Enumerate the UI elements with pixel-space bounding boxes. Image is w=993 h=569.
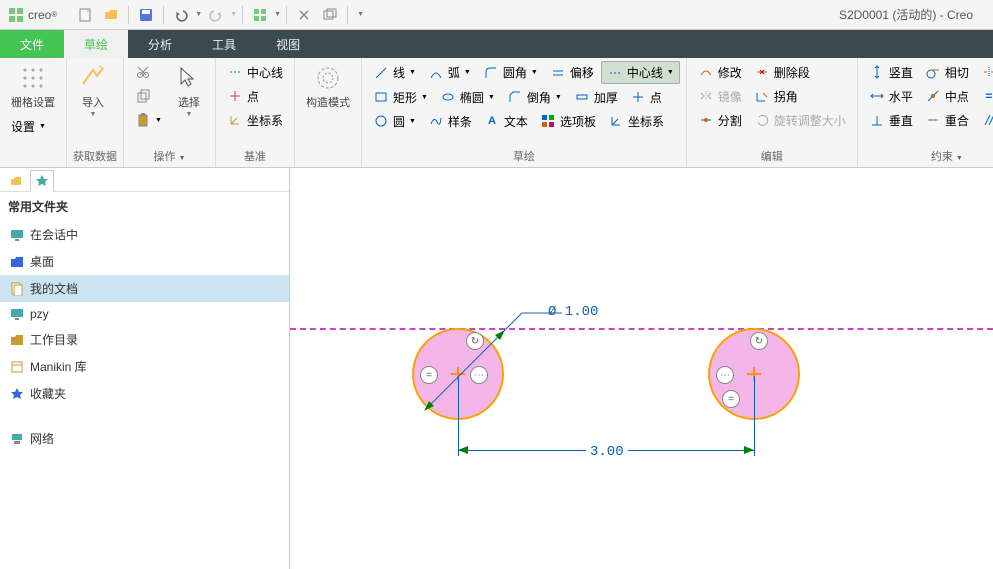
distance-dimension[interactable]: 3.00	[586, 444, 628, 460]
new-button[interactable]	[73, 3, 97, 27]
grid-settings-button[interactable]: 栅格设置	[6, 61, 60, 113]
arc-button[interactable]: 弧▼	[423, 62, 476, 84]
midpoint-button[interactable]: 中点	[920, 85, 974, 107]
redo-button[interactable]	[204, 3, 228, 27]
title-bar: creo® ▼ ▼ ▼ ▼ S2D0001 (活动的) - Creo	[0, 0, 993, 30]
open-button[interactable]	[99, 3, 123, 27]
settings-dropdown[interactable]: 设置▼	[6, 115, 60, 137]
close-window-button[interactable]	[292, 3, 316, 27]
sidebar-item-label: 我的文档	[30, 280, 78, 297]
tab-tools[interactable]: 工具	[192, 30, 256, 58]
sidebar-item-label: pzy	[30, 307, 49, 321]
mirror-button: 镜像	[693, 85, 747, 107]
diameter-dimension[interactable]: Ø 1.00	[548, 304, 598, 320]
sidebar-item[interactable]: 我的文档	[0, 275, 289, 302]
constraint-eq-2a: ⋯	[716, 366, 734, 384]
csys2-button[interactable]: 坐标系	[603, 110, 669, 132]
sidebar: 常用文件夹 在会话中桌面我的文档 pzy 工作目录 Manikin 库收藏夹 网络	[0, 168, 290, 569]
construct-mode-button[interactable]: 构造模式	[301, 61, 355, 113]
modify-button[interactable]: 修改	[693, 61, 747, 83]
main-area: 常用文件夹 在会话中桌面我的文档 pzy 工作目录 Manikin 库收藏夹 网络 ↻…	[0, 168, 993, 569]
select-button[interactable]: 选择 ▼	[169, 61, 209, 121]
tangent-button[interactable]: 相切	[920, 61, 974, 83]
sidebar-item[interactable]: 在会话中	[0, 221, 289, 248]
csys-button[interactable]: 坐标系	[222, 109, 288, 131]
constraint-eq-2b: =	[722, 390, 740, 408]
undo-button[interactable]	[169, 3, 193, 27]
quick-access-toolbar: ▼ ▼ ▼ ▼	[73, 3, 368, 27]
spline-button[interactable]: 样条	[423, 110, 477, 132]
paste-button[interactable]: ▼	[130, 109, 167, 131]
sidebar-item[interactable]: 桌面	[0, 248, 289, 275]
corner-button[interactable]: 拐角	[749, 85, 803, 107]
thicken-button[interactable]: 加厚	[569, 86, 623, 108]
rect-button[interactable]: 矩形▼	[368, 86, 433, 108]
sidebar-item[interactable]: pzy	[0, 302, 289, 326]
regenerate-button[interactable]	[248, 3, 272, 27]
equal-button[interactable]: =相等	[976, 85, 993, 107]
sidebar-header: 常用文件夹	[0, 192, 289, 221]
circle-button[interactable]: 圆▼	[368, 110, 421, 132]
sidebar-tab-folder[interactable]	[4, 170, 28, 192]
parallel-button[interactable]: 平行	[976, 109, 993, 131]
point-button[interactable]: 点	[222, 85, 288, 107]
coincident-button[interactable]: 重合	[920, 109, 974, 131]
app-name: creo	[28, 8, 51, 22]
window-title: S2D0001 (活动的) - Creo	[839, 6, 993, 23]
symmetric-button[interactable]: 对称	[976, 61, 993, 83]
vertical-button[interactable]: 竖直	[864, 61, 918, 83]
sidebar-item-label: Manikin 库	[30, 358, 87, 375]
ellipse-button[interactable]: 椭圆▼	[435, 86, 500, 108]
sidebar-item[interactable]: 收藏夹	[0, 380, 289, 407]
tab-analyze[interactable]: 分析	[128, 30, 192, 58]
delete-seg-button[interactable]: 删除段	[749, 61, 815, 83]
divide-button[interactable]: 分割	[693, 109, 747, 131]
offset-button[interactable]: 偏移	[545, 62, 599, 84]
perpendicular-button[interactable]: 垂直	[864, 109, 918, 131]
centerline2-button[interactable]: 中心线▼	[601, 61, 680, 84]
save-button[interactable]	[134, 3, 158, 27]
app-logo: creo®	[0, 7, 65, 23]
windows-button[interactable]	[318, 3, 342, 27]
chamfer-button[interactable]: 倒角▼	[502, 86, 567, 108]
ribbon: 栅格设置 设置▼ 导入 ▼ 获取数据 ▼ 选择	[0, 58, 993, 168]
ribbon-tabs: 文件 草绘 分析 工具 视图	[0, 30, 993, 58]
copy-button[interactable]	[130, 85, 167, 107]
sidebar-item-label: 收藏夹	[30, 385, 66, 402]
sidebar-tab-star[interactable]	[30, 170, 54, 192]
point2-button[interactable]: 点	[625, 86, 667, 108]
constraint-radius-2: ↻	[750, 332, 768, 350]
centerline-button[interactable]: 中心线	[222, 61, 288, 83]
line-button[interactable]: 线▼	[368, 62, 421, 84]
rotate-resize-button: 旋转调整大小	[749, 109, 851, 131]
cut-button[interactable]	[130, 61, 167, 83]
sketch-canvas[interactable]: ↻ = ⋯ Ø 1.00 ↻ ⋯ = 3.00	[290, 168, 993, 569]
sidebar-item-label: 桌面	[30, 253, 54, 270]
sidebar-item-network[interactable]: 网络	[0, 425, 289, 452]
ext-line-1	[458, 376, 459, 456]
horizontal-centerline	[290, 328, 993, 330]
horizontal-button[interactable]: 水平	[864, 85, 918, 107]
sidebar-item[interactable]: Manikin 库	[0, 353, 289, 380]
sidebar-item-label: 工作目录	[30, 331, 78, 348]
fillet-button[interactable]: 圆角▼	[478, 62, 543, 84]
tab-file[interactable]: 文件	[0, 30, 64, 58]
tab-sketch[interactable]: 草绘	[64, 30, 128, 58]
ext-line-2	[754, 376, 755, 456]
sidebar-item-label: 在会话中	[30, 226, 78, 243]
palette-button[interactable]: 选项板	[535, 110, 601, 132]
tab-view[interactable]: 视图	[256, 30, 320, 58]
import-button[interactable]: 导入 ▼	[73, 61, 113, 121]
sidebar-item[interactable]: 工作目录	[0, 326, 289, 353]
text-button[interactable]: A文本	[479, 110, 533, 132]
